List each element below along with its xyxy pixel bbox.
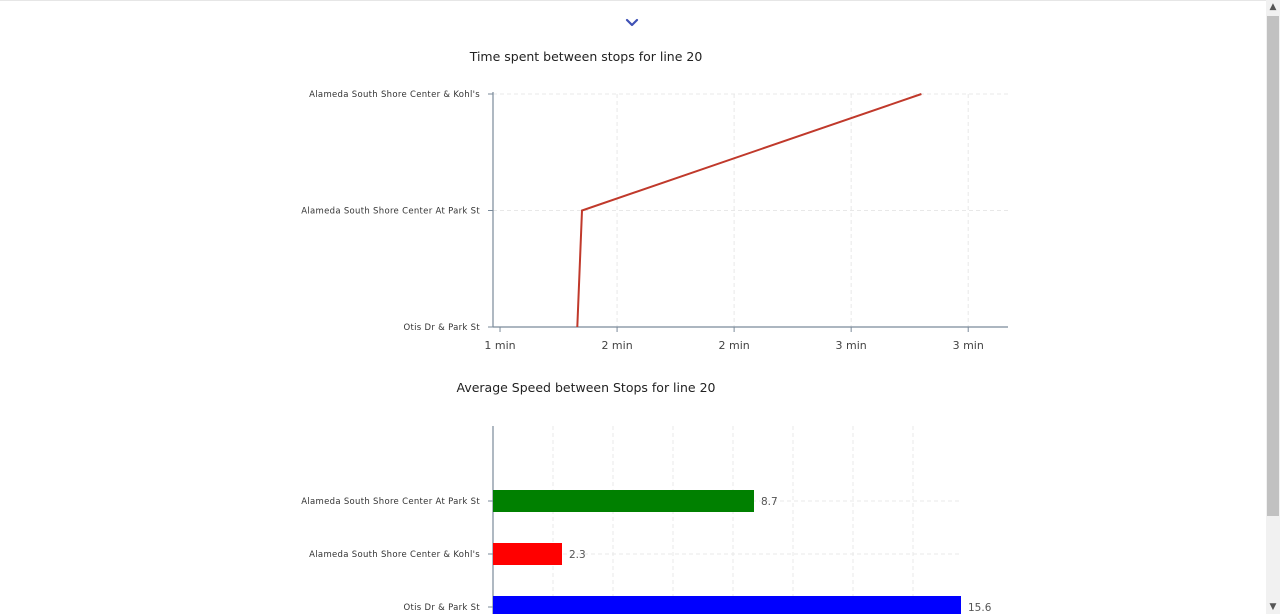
triangle-down-icon[interactable]: ▼ [1266, 600, 1280, 614]
bar [493, 490, 754, 512]
chevron-down-icon[interactable] [624, 16, 640, 30]
time-between-stops-chart: Time spent between stops for line 20 Oti… [301, 49, 1008, 352]
chart-title: Average Speed between Stops for line 20 [457, 380, 716, 395]
grid [493, 426, 961, 614]
chart-title: Time spent between stops for line 20 [469, 49, 703, 64]
axes [492, 92, 1008, 328]
top-divider [0, 0, 1266, 1]
bar [493, 596, 961, 614]
x-tick-label: 1 min [484, 339, 515, 352]
y-tick-label: Alameda South Shore Center At Park St [301, 497, 480, 507]
scroll-thumb[interactable] [1267, 16, 1279, 516]
value-label: 8.7 [761, 496, 778, 508]
y-tick-label: Alameda South Shore Center & Kohl's [309, 90, 480, 100]
bars: Alameda South Shore Center At Park St 8.7… [301, 490, 992, 614]
x-axis-ticks: 1 min 2 min 2 min 3 min 3 min [484, 327, 984, 352]
triangle-up-icon[interactable]: ▲ [1266, 0, 1280, 14]
y-tick-label: Otis Dr & Park St [404, 323, 481, 333]
y-tick-label: Otis Dr & Park St [404, 603, 481, 613]
average-speed-chart: Average Speed between Stops for line 20 … [301, 380, 992, 614]
y-axis-ticks: Otis Dr & Park St Alameda South Shore Cen… [301, 90, 493, 333]
x-tick-label: 2 min [718, 339, 749, 352]
value-label: 15.6 [968, 602, 992, 614]
y-tick-label: Alameda South Shore Center At Park St [301, 207, 480, 217]
value-label: 2.3 [569, 549, 586, 561]
y-tick-label: Alameda South Shore Center & Kohl's [309, 550, 480, 560]
grid [493, 93, 1008, 327]
bar [493, 543, 562, 565]
x-tick-label: 2 min [601, 339, 632, 352]
x-tick-label: 3 min [953, 339, 984, 352]
scrollbar[interactable]: ▲ ▼ [1266, 0, 1280, 614]
x-tick-label: 3 min [836, 339, 867, 352]
